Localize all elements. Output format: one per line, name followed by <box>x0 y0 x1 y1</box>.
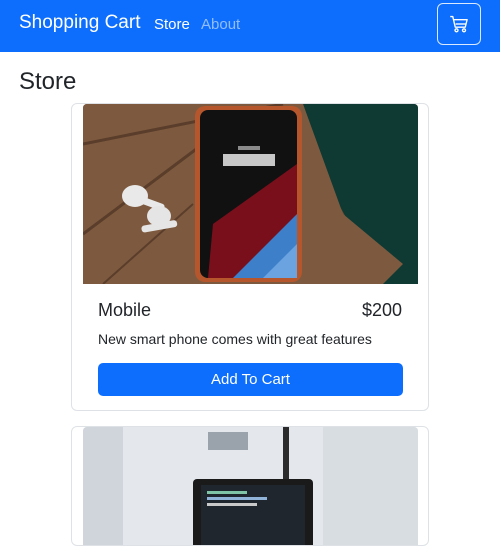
add-to-cart-button[interactable]: Add To Cart <box>98 363 403 396</box>
navbar: Shopping Cart Store About <box>0 0 500 52</box>
product-card <box>71 426 429 546</box>
cart-button[interactable] <box>437 3 481 45</box>
nav-link-about[interactable]: About <box>201 16 240 33</box>
product-description: New smart phone comes with great feature… <box>98 331 372 347</box>
product-image <box>83 427 418 545</box>
product-card: Mobile $200 New smart phone comes with g… <box>71 103 429 411</box>
cart-icon <box>450 15 468 33</box>
nav-link-store[interactable]: Store <box>154 16 190 33</box>
brand-link[interactable]: Shopping Cart <box>19 12 140 34</box>
product-price: $200 <box>361 300 402 320</box>
product-image <box>83 104 418 284</box>
page-title: Store <box>19 68 77 95</box>
product-name: Mobile <box>98 300 152 320</box>
